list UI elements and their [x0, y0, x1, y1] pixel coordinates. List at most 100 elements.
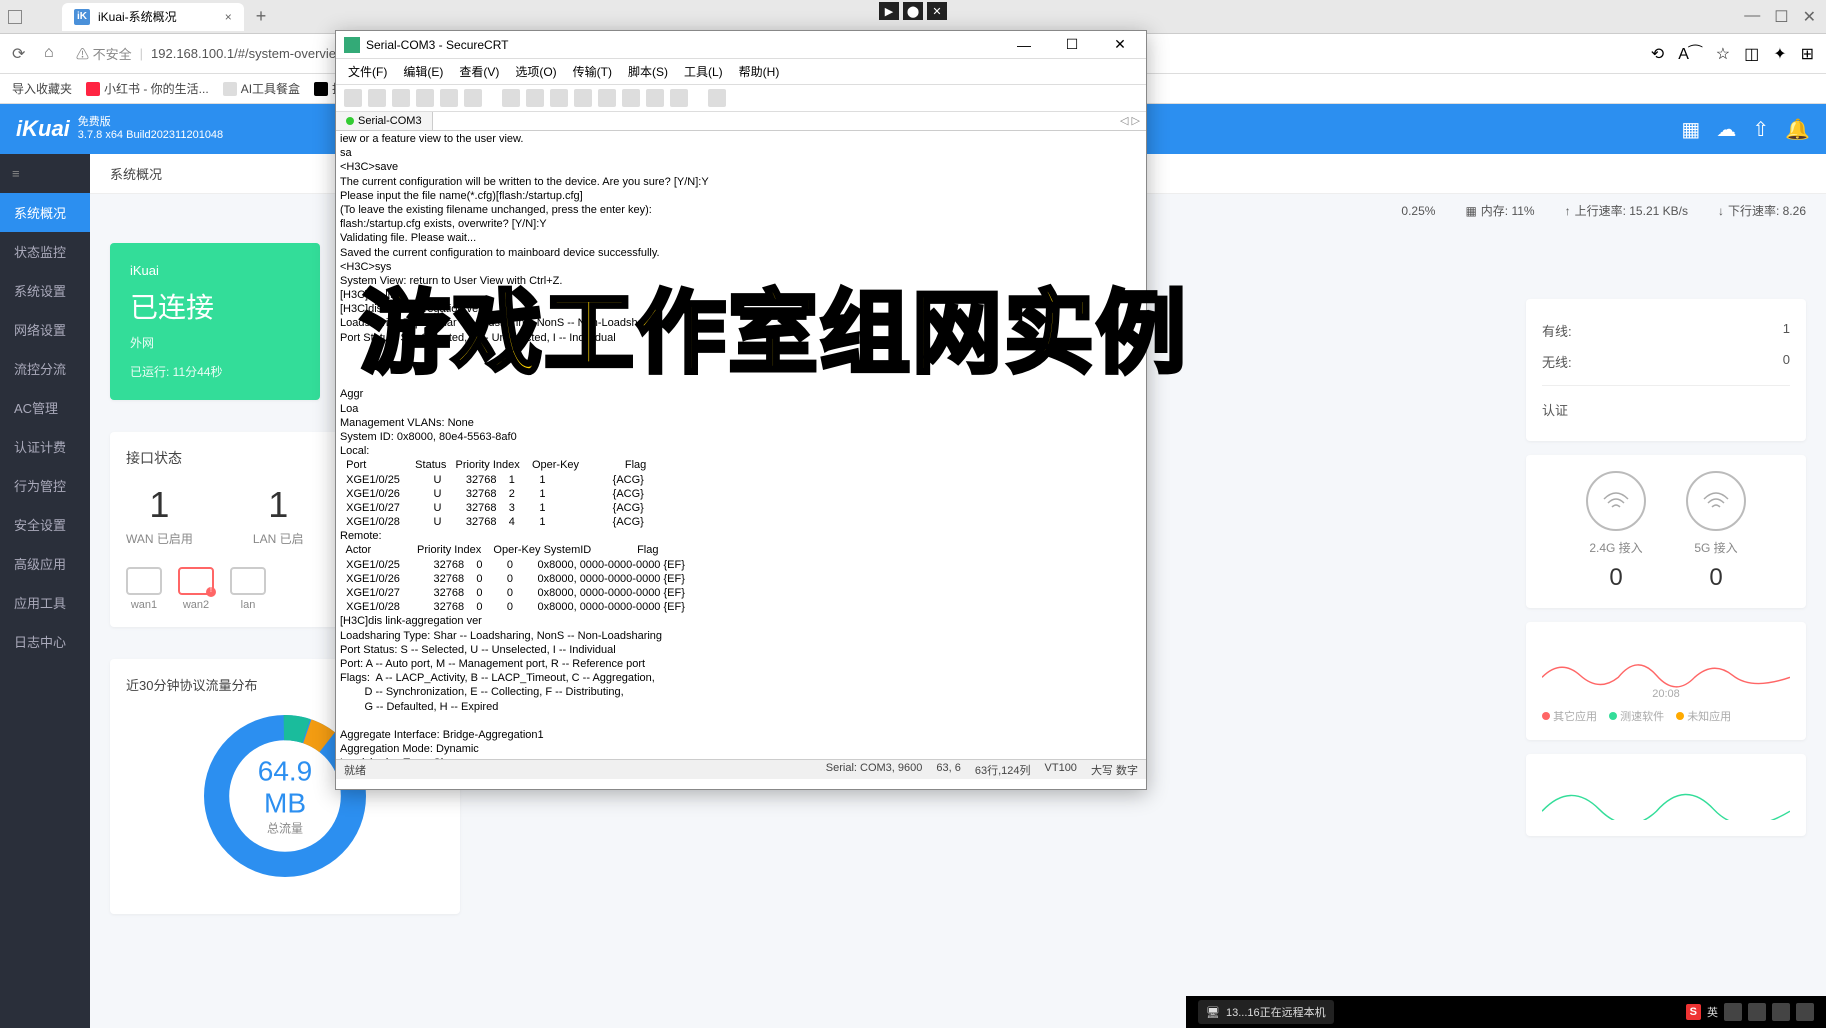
window-minimize-icon[interactable]: — [1744, 7, 1760, 27]
sidebar-item-behavior[interactable]: 行为管控 [0, 466, 90, 505]
interface-card: 接口状态 1 WAN 已启用 1 LAN 已启 wan1 !wan2 [110, 432, 340, 627]
crt-tool-icon[interactable] [646, 89, 664, 107]
crt-tool-icon[interactable] [708, 89, 726, 107]
reload-icon[interactable]: ⟳ [12, 44, 32, 64]
conn-brand: iKuai [130, 263, 300, 278]
crt-terminal[interactable]: iew or a feature view to the user view. … [336, 131, 1146, 759]
crt-close-icon[interactable]: ✕ [1102, 33, 1138, 57]
securecrt-window: Serial-COM3 - SecureCRT — ☐ ✕ 文件(F) 编辑(E… [335, 30, 1147, 790]
conn-network: 外网 [130, 334, 300, 351]
browser-tab[interactable]: iK iKuai-系统概况 × [62, 3, 244, 31]
sync-icon[interactable]: ⟲ [1651, 44, 1664, 64]
crt-maximize-icon[interactable]: ☐ [1054, 33, 1090, 57]
crt-tool-icon[interactable] [416, 89, 434, 107]
crt-tool-icon[interactable] [598, 89, 616, 107]
sidebar-item-monitor[interactable]: 状态监控 [0, 232, 90, 271]
crt-tool-icon[interactable] [622, 89, 640, 107]
wired-label: 有线: [1542, 321, 1572, 340]
crt-tab[interactable]: Serial-COM3 [336, 112, 433, 130]
sidebar-toggle-icon[interactable]: ≡ [0, 154, 90, 193]
extensions-icon[interactable]: ⊞ [1801, 44, 1814, 64]
sidebar-item-system[interactable]: 系统设置 [0, 271, 90, 310]
crt-tab-label: Serial-COM3 [358, 115, 422, 127]
wifi-24g-count: 0 [1586, 564, 1646, 592]
apps-icon[interactable]: ▦ [1681, 117, 1700, 142]
bell-icon[interactable]: 🔔 [1785, 117, 1810, 142]
sidebar-item-tools[interactable]: 应用工具 [0, 583, 90, 622]
crt-menu-transfer[interactable]: 传输(T) [567, 61, 618, 82]
favorite-icon[interactable]: ☆ [1716, 44, 1730, 64]
new-tab-button[interactable]: + [256, 6, 267, 27]
read-aloud-icon[interactable]: A⁀ [1678, 44, 1702, 64]
upgrade-icon[interactable]: ⇧ [1752, 117, 1769, 142]
tray-icon[interactable] [1724, 1003, 1742, 1021]
record-icon[interactable]: ⬤ [903, 2, 923, 20]
stop-icon[interactable]: ✕ [927, 2, 947, 20]
crt-titlebar[interactable]: Serial-COM3 - SecureCRT — ☐ ✕ [336, 31, 1146, 59]
donut-value: 64.9 MB [240, 756, 330, 820]
crt-menu-edit[interactable]: 编辑(E) [397, 61, 449, 82]
bookmark-xhs[interactable]: 小红书 - 你的生活... [86, 80, 209, 97]
port-wan1[interactable]: wan1 [126, 567, 162, 611]
crt-tool-icon[interactable] [464, 89, 482, 107]
tray-icon[interactable] [1772, 1003, 1790, 1021]
tab-close-icon[interactable]: × [225, 10, 232, 24]
connection-card: iKuai 已连接 外网 已运行: 11分44秒 [110, 243, 320, 400]
ime-indicator[interactable]: S [1686, 1004, 1701, 1020]
sidebar-item-network[interactable]: 网络设置 [0, 310, 90, 349]
crt-tool-icon[interactable] [502, 89, 520, 107]
sidebar-item-auth[interactable]: 认证计费 [0, 427, 90, 466]
port-wan2[interactable]: !wan2 [178, 567, 214, 611]
cloud-icon[interactable]: ☁ [1716, 117, 1736, 142]
sidebar-item-advanced[interactable]: 高级应用 [0, 544, 90, 583]
crt-tool-icon[interactable] [368, 89, 386, 107]
wifi-5g-icon [1686, 471, 1746, 531]
crt-tab-prev-icon[interactable]: ◁ [1120, 115, 1128, 127]
crt-status-caps: 大写 数字 [1091, 762, 1138, 778]
play-icon[interactable]: ▶ [879, 2, 899, 20]
url-text: 192.168.100.1/#/system-overview [151, 46, 345, 61]
taskbar-item[interactable]: 🖥 13...16正在远程本机 [1198, 1000, 1334, 1024]
sidebar-item-logs[interactable]: 日志中心 [0, 622, 90, 661]
bookmark-ai[interactable]: AI工具餐盒 [223, 80, 300, 97]
crt-menubar: 文件(F) 编辑(E) 查看(V) 选项(O) 传输(T) 脚本(S) 工具(L… [336, 59, 1146, 85]
crt-menu-view[interactable]: 查看(V) [453, 61, 505, 82]
crt-menu-script[interactable]: 脚本(S) [622, 61, 674, 82]
crt-menu-options[interactable]: 选项(O) [509, 61, 562, 82]
clients-card: 有线:1 无线:0 认证 [1526, 299, 1806, 441]
crt-tabs: Serial-COM3 ◁ ▷ [336, 112, 1146, 131]
stat-cpu: 0.25% [1401, 202, 1435, 219]
bookmark-import[interactable]: 导入收藏夹 [12, 80, 72, 97]
crt-menu-tools[interactable]: 工具(L) [678, 61, 729, 82]
collections-icon[interactable]: ✦ [1773, 44, 1786, 64]
sidebar: ≡ 系统概况 状态监控 系统设置 网络设置 流控分流 AC管理 认证计费 行为管… [0, 154, 90, 1028]
crt-tool-icon[interactable] [344, 89, 362, 107]
crt-menu-file[interactable]: 文件(F) [342, 61, 393, 82]
home-icon[interactable]: ⌂ [44, 44, 64, 64]
crt-menu-help[interactable]: 帮助(H) [733, 61, 786, 82]
split-icon[interactable]: ◫ [1744, 44, 1759, 64]
window-menu-icon[interactable] [8, 10, 22, 24]
window-close-icon[interactable]: ✕ [1803, 7, 1816, 27]
wireless-label: 无线: [1542, 352, 1572, 371]
sidebar-item-overview[interactable]: 系统概况 [0, 193, 90, 232]
sidebar-item-ac[interactable]: AC管理 [0, 388, 90, 427]
ime-lang[interactable]: 英 [1707, 1004, 1718, 1020]
crt-tool-icon[interactable] [550, 89, 568, 107]
sidebar-item-flow[interactable]: 流控分流 [0, 349, 90, 388]
crt-tool-icon[interactable] [440, 89, 458, 107]
crt-tab-next-icon[interactable]: ▷ [1132, 115, 1140, 127]
wifi-24g-label: 2.4G 接入 [1586, 539, 1646, 556]
crt-tool-icon[interactable] [670, 89, 688, 107]
auth-label: 认证 [1542, 400, 1568, 419]
window-maximize-icon[interactable]: ☐ [1774, 7, 1788, 27]
tray-icon[interactable] [1748, 1003, 1766, 1021]
port-lan[interactable]: lan [230, 567, 266, 611]
crt-tool-icon[interactable] [526, 89, 544, 107]
sidebar-item-security[interactable]: 安全设置 [0, 505, 90, 544]
crt-tool-icon[interactable] [574, 89, 592, 107]
wireless-value: 0 [1783, 352, 1790, 371]
tray-icon[interactable] [1796, 1003, 1814, 1021]
crt-minimize-icon[interactable]: — [1006, 33, 1042, 57]
crt-tool-icon[interactable] [392, 89, 410, 107]
